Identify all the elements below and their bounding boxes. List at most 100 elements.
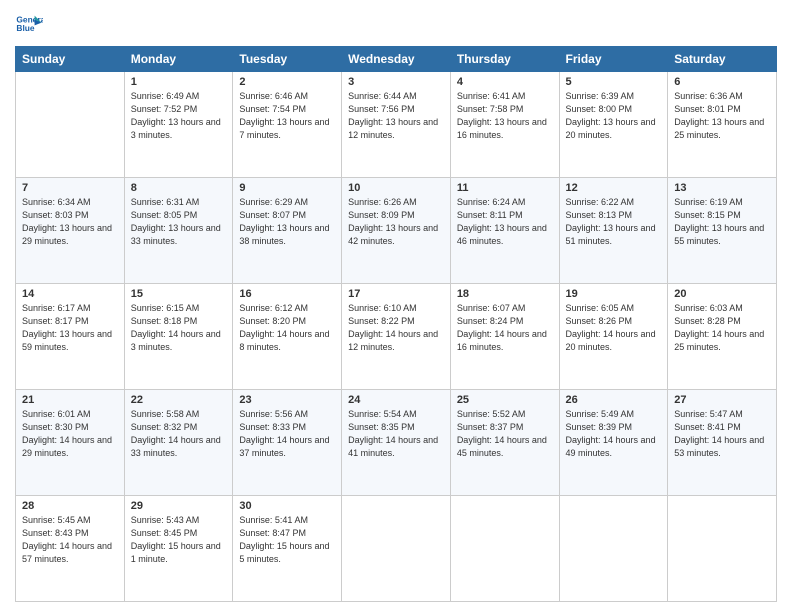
day-number: 26 [566, 394, 662, 406]
calendar-week-4: 21 Sunrise: 6:01 AMSunset: 8:30 PMDayligh… [16, 390, 777, 496]
day-number: 16 [239, 288, 335, 300]
day-info: Sunrise: 5:52 AMSunset: 8:37 PMDaylight:… [457, 408, 553, 460]
day-info: Sunrise: 6:01 AMSunset: 8:30 PMDaylight:… [22, 408, 118, 460]
day-number: 7 [22, 182, 118, 194]
day-info: Sunrise: 6:07 AMSunset: 8:24 PMDaylight:… [457, 302, 553, 354]
calendar-page: General Blue SundayMondayTuesdayWednesda… [0, 0, 792, 612]
day-info: Sunrise: 6:10 AMSunset: 8:22 PMDaylight:… [348, 302, 444, 354]
weekday-header-wednesday: Wednesday [342, 47, 451, 72]
calendar-cell: 24 Sunrise: 5:54 AMSunset: 8:35 PMDayligh… [342, 390, 451, 496]
calendar-cell: 16 Sunrise: 6:12 AMSunset: 8:20 PMDayligh… [233, 284, 342, 390]
day-number: 20 [674, 288, 770, 300]
day-number: 25 [457, 394, 553, 406]
logo-icon: General Blue [15, 10, 43, 38]
calendar-cell: 12 Sunrise: 6:22 AMSunset: 8:13 PMDayligh… [559, 178, 668, 284]
calendar-cell: 20 Sunrise: 6:03 AMSunset: 8:28 PMDayligh… [668, 284, 777, 390]
calendar-cell: 25 Sunrise: 5:52 AMSunset: 8:37 PMDayligh… [450, 390, 559, 496]
calendar-cell: 18 Sunrise: 6:07 AMSunset: 8:24 PMDayligh… [450, 284, 559, 390]
day-number: 30 [239, 500, 335, 512]
day-number: 4 [457, 76, 553, 88]
calendar-cell [16, 72, 125, 178]
header: General Blue [15, 10, 777, 38]
day-number: 3 [348, 76, 444, 88]
day-info: Sunrise: 6:19 AMSunset: 8:15 PMDaylight:… [674, 196, 770, 248]
calendar-cell: 29Sunrise: 5:43 AMSunset: 8:45 PMDayligh… [124, 496, 233, 602]
calendar-cell: 4 Sunrise: 6:41 AMSunset: 7:58 PMDaylight… [450, 72, 559, 178]
logo: General Blue [15, 10, 43, 38]
calendar-cell: 30 Sunrise: 5:41 AMSunset: 8:47 PMDayligh… [233, 496, 342, 602]
day-info: Sunrise: 6:15 AMSunset: 8:18 PMDaylight:… [131, 302, 227, 354]
day-info: Sunrise: 6:36 AMSunset: 8:01 PMDaylight:… [674, 90, 770, 142]
day-number: 24 [348, 394, 444, 406]
day-number: 23 [239, 394, 335, 406]
day-number: 9 [239, 182, 335, 194]
day-info: Sunrise: 5:56 AMSunset: 8:33 PMDaylight:… [239, 408, 335, 460]
weekday-header-sunday: Sunday [16, 47, 125, 72]
weekday-header-saturday: Saturday [668, 47, 777, 72]
calendar-cell: 26 Sunrise: 5:49 AMSunset: 8:39 PMDayligh… [559, 390, 668, 496]
day-number: 21 [22, 394, 118, 406]
calendar-cell: 7 Sunrise: 6:34 AMSunset: 8:03 PMDaylight… [16, 178, 125, 284]
day-info: Sunrise: 6:46 AMSunset: 7:54 PMDaylight:… [239, 90, 335, 142]
day-info: Sunrise: 6:03 AMSunset: 8:28 PMDaylight:… [674, 302, 770, 354]
day-info: Sunrise: 6:44 AMSunset: 7:56 PMDaylight:… [348, 90, 444, 142]
day-number: 1 [131, 76, 227, 88]
calendar-cell: 28Sunrise: 5:45 AMSunset: 8:43 PMDayligh… [16, 496, 125, 602]
day-info: Sunrise: 6:22 AMSunset: 8:13 PMDaylight:… [566, 196, 662, 248]
day-number: 8 [131, 182, 227, 194]
day-info: Sunrise: 5:54 AMSunset: 8:35 PMDaylight:… [348, 408, 444, 460]
day-number: 14 [22, 288, 118, 300]
calendar-cell: 6 Sunrise: 6:36 AMSunset: 8:01 PMDaylight… [668, 72, 777, 178]
day-info: Sunrise: 6:05 AMSunset: 8:26 PMDaylight:… [566, 302, 662, 354]
calendar-cell: 5 Sunrise: 6:39 AMSunset: 8:00 PMDaylight… [559, 72, 668, 178]
day-number: 22 [131, 394, 227, 406]
day-number: 28 [22, 500, 118, 512]
calendar-week-2: 7 Sunrise: 6:34 AMSunset: 8:03 PMDaylight… [16, 178, 777, 284]
day-number: 6 [674, 76, 770, 88]
day-info: Sunrise: 5:41 AMSunset: 8:47 PMDaylight:… [239, 514, 335, 566]
calendar-cell: 8 Sunrise: 6:31 AMSunset: 8:05 PMDaylight… [124, 178, 233, 284]
day-number: 17 [348, 288, 444, 300]
day-number: 27 [674, 394, 770, 406]
day-info: Sunrise: 6:41 AMSunset: 7:58 PMDaylight:… [457, 90, 553, 142]
day-info: Sunrise: 6:24 AMSunset: 8:11 PMDaylight:… [457, 196, 553, 248]
day-number: 11 [457, 182, 553, 194]
calendar-week-5: 28Sunrise: 5:45 AMSunset: 8:43 PMDayligh… [16, 496, 777, 602]
calendar-cell: 17 Sunrise: 6:10 AMSunset: 8:22 PMDayligh… [342, 284, 451, 390]
calendar-cell [342, 496, 451, 602]
day-number: 15 [131, 288, 227, 300]
weekday-header-thursday: Thursday [450, 47, 559, 72]
calendar-cell: 23 Sunrise: 5:56 AMSunset: 8:33 PMDayligh… [233, 390, 342, 496]
svg-text:Blue: Blue [16, 23, 34, 33]
day-number: 18 [457, 288, 553, 300]
calendar-cell: 15 Sunrise: 6:15 AMSunset: 8:18 PMDayligh… [124, 284, 233, 390]
day-number: 12 [566, 182, 662, 194]
day-info: Sunrise: 6:26 AMSunset: 8:09 PMDaylight:… [348, 196, 444, 248]
day-info: Sunrise: 6:29 AMSunset: 8:07 PMDaylight:… [239, 196, 335, 248]
day-number: 13 [674, 182, 770, 194]
day-info: Sunrise: 6:17 AMSunset: 8:17 PMDaylight:… [22, 302, 118, 354]
calendar-cell [559, 496, 668, 602]
calendar-cell: 19Sunrise: 6:05 AMSunset: 8:26 PMDayligh… [559, 284, 668, 390]
day-number: 2 [239, 76, 335, 88]
weekday-header-monday: Monday [124, 47, 233, 72]
day-info: Sunrise: 5:49 AMSunset: 8:39 PMDaylight:… [566, 408, 662, 460]
calendar-week-1: 1 Sunrise: 6:49 AMSunset: 7:52 PMDaylight… [16, 72, 777, 178]
calendar-cell: 22 Sunrise: 5:58 AMSunset: 8:32 PMDayligh… [124, 390, 233, 496]
calendar-cell: 1 Sunrise: 6:49 AMSunset: 7:52 PMDaylight… [124, 72, 233, 178]
day-info: Sunrise: 6:12 AMSunset: 8:20 PMDaylight:… [239, 302, 335, 354]
day-info: Sunrise: 5:58 AMSunset: 8:32 PMDaylight:… [131, 408, 227, 460]
calendar-cell: 21 Sunrise: 6:01 AMSunset: 8:30 PMDayligh… [16, 390, 125, 496]
calendar-cell [668, 496, 777, 602]
day-info: Sunrise: 6:49 AMSunset: 7:52 PMDaylight:… [131, 90, 227, 142]
calendar-cell: 11 Sunrise: 6:24 AMSunset: 8:11 PMDayligh… [450, 178, 559, 284]
day-number: 5 [566, 76, 662, 88]
calendar-cell: 9 Sunrise: 6:29 AMSunset: 8:07 PMDaylight… [233, 178, 342, 284]
day-info: Sunrise: 5:43 AMSunset: 8:45 PMDaylight:… [131, 514, 227, 566]
calendar-table: SundayMondayTuesdayWednesdayThursdayFrid… [15, 46, 777, 602]
calendar-cell: 2 Sunrise: 6:46 AMSunset: 7:54 PMDaylight… [233, 72, 342, 178]
day-info: Sunrise: 5:47 AMSunset: 8:41 PMDaylight:… [674, 408, 770, 460]
day-info: Sunrise: 6:39 AMSunset: 8:00 PMDaylight:… [566, 90, 662, 142]
day-info: Sunrise: 6:34 AMSunset: 8:03 PMDaylight:… [22, 196, 118, 248]
day-info: Sunrise: 6:31 AMSunset: 8:05 PMDaylight:… [131, 196, 227, 248]
